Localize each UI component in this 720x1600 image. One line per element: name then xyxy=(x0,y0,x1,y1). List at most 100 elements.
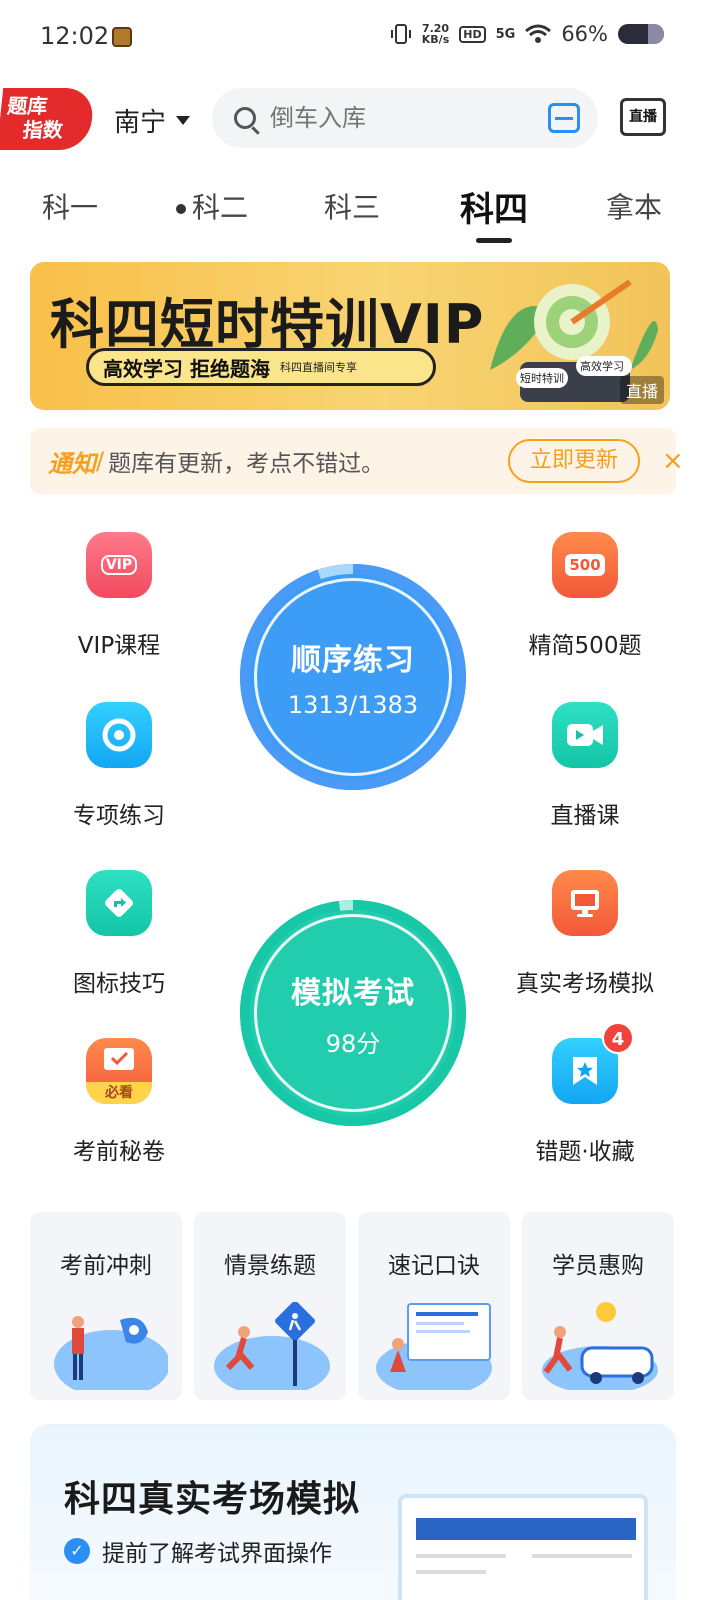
banner-pill-small: 科四直播间专享 xyxy=(279,361,357,374)
pre-exam-secret-label: 考前秘卷 xyxy=(73,1139,165,1165)
subject-tabs: 科一 科二 科三 科四 拿本 xyxy=(0,178,720,243)
exam-inner-ring xyxy=(254,914,452,1112)
sign-tips-label: 图标技巧 xyxy=(73,971,165,997)
bookmark-star-icon: 4 xyxy=(552,1022,634,1104)
app-logo[interactable]: 题库 指数 xyxy=(0,88,96,150)
mock-exam-button[interactable]: 模拟考试 98分 xyxy=(240,900,466,1126)
sign-tips[interactable]: 图标技巧 xyxy=(44,870,194,998)
vibrate-icon xyxy=(390,24,411,44)
500-questions-icon: 500 xyxy=(552,532,618,598)
vip-course[interactable]: VIP VIP课程 xyxy=(44,532,194,660)
vip-badge-icon: VIP xyxy=(86,532,152,598)
net-speed: 7.20 KB/s xyxy=(422,23,449,45)
wifi-icon xyxy=(525,24,552,43)
exam-title: 模拟考试 xyxy=(291,975,415,1011)
search-icon xyxy=(234,107,256,129)
monitor-icon xyxy=(552,870,618,936)
status-time: 12:02 xyxy=(40,22,110,50)
real-exam-sim[interactable]: 真实考场模拟 xyxy=(510,870,660,998)
checklist-icon: 必看 xyxy=(86,1038,152,1104)
card-mnemonics-label: 速记口诀 xyxy=(388,1253,480,1279)
scan-icon[interactable] xyxy=(548,103,580,133)
battery-percent: 66% xyxy=(561,22,608,46)
card-scenario-label: 情景练题 xyxy=(224,1253,316,1279)
logo-line1: 题库 xyxy=(6,94,49,118)
header: 题库 指数 南宁 直播 xyxy=(0,82,720,154)
tab-dot-icon xyxy=(176,204,186,214)
vip-icon-text: VIP xyxy=(100,555,138,575)
car-coin-illustration-icon xyxy=(542,1302,658,1390)
notice-bar: 通知 / 题库有更新，考点不错过。 立即更新 × xyxy=(30,428,684,494)
exam-screen-preview xyxy=(398,1494,648,1600)
banner-pill-text: 高效学习 拒绝题海 xyxy=(103,356,270,381)
banner-tag1: 短时特训 xyxy=(520,371,564,385)
banner-pill: 高效学习 拒绝题海 科四直播间专享 xyxy=(86,348,436,386)
road-sign-icon xyxy=(86,870,152,936)
preview-line xyxy=(416,1570,486,1574)
net-speed-unit: KB/s xyxy=(421,33,450,46)
logo-line2: 指数 xyxy=(21,118,65,142)
status-bar: 12:02 7.20 KB/s HD 5G 66% xyxy=(0,0,720,76)
banner-tag2: 高效学习 xyxy=(580,359,624,373)
status-icons: 7.20 KB/s HD 5G 66% xyxy=(390,22,664,46)
promo-title: 科四真实考场模拟 xyxy=(64,1479,361,1520)
rocket-illustration-icon xyxy=(54,1316,168,1390)
miju-icon-text: 必看 xyxy=(86,1082,152,1104)
tab-naben[interactable]: 拿本 xyxy=(606,186,662,226)
hd-icon: HD xyxy=(459,25,486,43)
update-now-button[interactable]: 立即更新 xyxy=(508,439,640,483)
live-course-label: 直播课 xyxy=(550,803,620,829)
promo-point-text: 提前了解考试界面操作 xyxy=(102,1541,332,1567)
banner-live-label: 直播 xyxy=(619,376,664,404)
exam-score-text: 98分 xyxy=(325,1029,381,1058)
card-deals-label: 学员惠购 xyxy=(552,1253,644,1279)
card-student-deals[interactable]: 学员惠购 xyxy=(522,1212,674,1400)
pre-exam-secret[interactable]: 必看 考前秘卷 xyxy=(44,1038,194,1166)
zhuanxiang-practice[interactable]: 专项练习 xyxy=(44,702,194,830)
card-scenario-practice[interactable]: 情景练题 xyxy=(194,1212,346,1400)
jingjian-500[interactable]: 500 精简500题 xyxy=(510,532,660,660)
live-course[interactable]: 直播课 xyxy=(510,702,660,830)
wrong-questions-label: 错题·收藏 xyxy=(535,1139,635,1165)
tab-ke2[interactable]: 科二 xyxy=(176,186,248,226)
board-illustration-icon xyxy=(376,1303,492,1390)
practice-title: 顺序练习 xyxy=(291,643,415,678)
card-sprint[interactable]: 考前冲刺 xyxy=(30,1212,182,1400)
promo-banner[interactable]: 科四短时特训VIP 高效学习 拒绝题海 科四直播间专享 短时特训 高效学习 直播 xyxy=(30,262,670,410)
caret-down-icon xyxy=(176,116,191,125)
notice-slash: / xyxy=(96,447,105,475)
close-icon[interactable]: × xyxy=(662,446,684,476)
city-name: 南宁 xyxy=(114,108,167,138)
jingjian-icon-text: 500 xyxy=(565,554,605,576)
notice-message: 题库有更新，考点不错过。 xyxy=(108,451,385,477)
real-exam-promo-card[interactable]: 科四真实考场模拟 ✓ 提前了解考试界面操作 xyxy=(30,1424,676,1600)
card-mnemonics[interactable]: 速记口诀 xyxy=(358,1212,510,1400)
video-camera-icon xyxy=(552,702,618,768)
preview-header-bar xyxy=(416,1518,636,1540)
tab-ke3[interactable]: 科三 xyxy=(324,186,380,226)
wrong-questions-favorites[interactable]: 4 错题·收藏 xyxy=(510,1022,660,1166)
city-selector[interactable]: 南宁 xyxy=(114,102,191,139)
preview-line xyxy=(532,1554,632,1558)
real-exam-sim-label: 真实考场模拟 xyxy=(516,971,654,997)
signal-5g-icon: 5G xyxy=(495,26,516,42)
live-tv-button[interactable]: 直播 xyxy=(620,98,666,136)
tab-ke1[interactable]: 科一 xyxy=(42,186,98,226)
target-icon xyxy=(86,702,152,768)
practice-progress-text: 1313/1383 xyxy=(287,691,419,719)
wrong-count-badge: 4 xyxy=(602,1022,634,1054)
sequential-practice-button[interactable]: 顺序练习 1313/1383 xyxy=(240,564,466,790)
pedestrian-sign-illustration-icon xyxy=(214,1302,330,1390)
search-input[interactable] xyxy=(270,104,520,132)
check-circle-icon: ✓ xyxy=(64,1538,90,1564)
tab-ke4[interactable]: 科四 xyxy=(460,182,528,243)
battery-icon xyxy=(618,24,664,44)
zhuanxiang-label: 专项练习 xyxy=(73,803,165,829)
tab-ke2-label: 科二 xyxy=(192,191,249,224)
preview-line xyxy=(416,1554,506,1558)
search-bar[interactable] xyxy=(212,88,598,148)
jingjian-label: 精简500题 xyxy=(528,633,642,659)
notice-tag: 通知 xyxy=(48,449,96,478)
promo-point-1: ✓ 提前了解考试界面操作 xyxy=(64,1534,332,1568)
card-sprint-label: 考前冲刺 xyxy=(60,1253,152,1279)
